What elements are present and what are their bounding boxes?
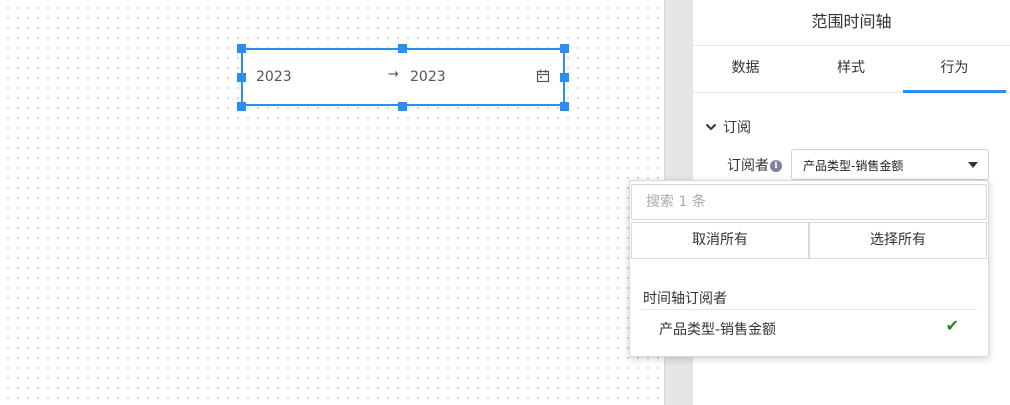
info-icon[interactable]: i (770, 160, 782, 172)
tab-data[interactable]: 数据 (693, 46, 798, 93)
tab-behavior[interactable]: 行为 (903, 46, 1006, 93)
chevron-down-icon (705, 123, 717, 131)
subscriber-select[interactable]: 产品类型-销售金额 (791, 149, 989, 180)
start-date-value[interactable]: 2023 (256, 69, 292, 85)
checkmark-icon: ✔ (945, 316, 959, 335)
range-separator: → (388, 67, 399, 82)
cancel-all-button[interactable]: 取消所有 (631, 222, 809, 259)
option-label: 产品类型-销售金额 (659, 322, 777, 338)
calendar-icon[interactable] (536, 69, 550, 83)
subscriber-selected-value: 产品类型-销售金额 (803, 159, 904, 173)
subscriber-label-text: 订阅者 (727, 158, 769, 174)
tab-style[interactable]: 样式 (799, 46, 903, 93)
caret-down-icon (968, 162, 978, 168)
resize-handle-bottom-left[interactable] (237, 102, 246, 111)
panel-title: 范围时间轴 (693, 0, 1010, 46)
dropdown-search-input[interactable] (632, 185, 986, 219)
subscribe-section-header[interactable]: 订阅 (705, 117, 751, 137)
resize-handle-bottom-right[interactable] (560, 102, 569, 111)
subscriber-dropdown: 取消所有 选择所有 时间轴订阅者 产品类型-销售金额 ✔ (629, 180, 989, 357)
date-range-widget[interactable]: 2023 → 2023 (241, 48, 565, 106)
design-canvas[interactable]: 2023 → 2023 (0, 0, 664, 405)
resize-handle-top-left[interactable] (237, 44, 246, 53)
resize-handle-middle-left[interactable] (237, 73, 246, 82)
resize-handle-top-right[interactable] (560, 44, 569, 53)
group-divider (641, 309, 977, 310)
subscriber-field-label: 订阅者 i (727, 155, 782, 175)
resize-handle-middle-right[interactable] (560, 73, 569, 82)
panel-tabs: 数据 样式 行为 (693, 46, 1010, 93)
end-date-value[interactable]: 2023 (410, 69, 446, 85)
resize-handle-bottom-center[interactable] (398, 102, 407, 111)
resize-handle-top-center[interactable] (398, 44, 407, 53)
dropdown-search-box[interactable] (631, 184, 987, 220)
select-all-button[interactable]: 选择所有 (809, 222, 987, 259)
dropdown-option[interactable]: 产品类型-销售金额 ✔ (641, 314, 977, 342)
subscribe-section-label: 订阅 (723, 120, 751, 136)
option-group-label: 时间轴订阅者 (643, 291, 727, 307)
